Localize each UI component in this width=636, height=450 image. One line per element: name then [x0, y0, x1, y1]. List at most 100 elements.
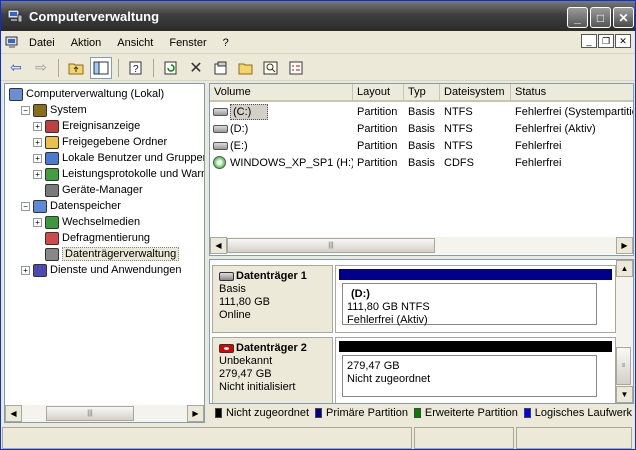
menu-aktion[interactable]: Aktion	[63, 37, 110, 49]
open-folder-icon[interactable]	[235, 57, 257, 79]
scroll-right-button[interactable]: ▶	[187, 405, 204, 422]
table-row[interactable]: (C:) Partition Basis NTFS Fehlerfrei (System…	[210, 104, 633, 120]
disk-partition-area[interactable]: 279,47 GB Nicht zugeordnet	[335, 337, 616, 403]
scroll-track[interactable]	[616, 277, 633, 347]
partition-box[interactable]: 279,47 GB Nicht zugeordnet	[342, 355, 597, 397]
col-header-layout[interactable]: Layout	[353, 84, 404, 102]
checklist-icon[interactable]	[285, 57, 307, 79]
maximize-button[interactable]: □	[590, 7, 611, 28]
cd-icon	[213, 156, 226, 169]
performance-icon	[45, 167, 59, 181]
list-horizontal-scrollbar[interactable]: ◀ ||| ▶	[210, 237, 633, 254]
col-header-typ[interactable]: Typ	[404, 84, 440, 102]
expand-icon[interactable]: +	[33, 137, 42, 147]
cell-typ: Basis	[408, 140, 435, 152]
table-row[interactable]: WINDOWS_XP_SP1 (H:) Partition Basis CDFS Feh…	[210, 155, 633, 171]
mdi-close-button[interactable]: ✕	[615, 34, 631, 48]
disk-graphical-view[interactable]: Datenträger 1 Basis 111,80 GB Online (D:) 111…	[209, 259, 634, 404]
legend: Nicht zugeordnet Primäre Partition Erweite…	[209, 404, 634, 422]
table-row[interactable]: (E:) Partition Basis NTFS Fehlerfrei	[210, 138, 633, 154]
status-bar	[1, 426, 635, 450]
scroll-thumb[interactable]: ≡	[616, 347, 631, 385]
tree-node[interactable]: + Ereignisanzeige	[33, 118, 140, 134]
legend-label: Primäre Partition	[326, 407, 408, 419]
scroll-up-button[interactable]: ▲	[616, 260, 633, 277]
status-panel-2	[414, 427, 514, 449]
scroll-thumb[interactable]: |||	[46, 406, 134, 421]
toolbar: ⇦ ⇨ ? ✕	[1, 55, 635, 81]
cell-layout: Partition	[357, 106, 398, 118]
tree-node[interactable]: + Wechselmedien	[33, 214, 140, 230]
tree-node[interactable]: Geräte-Manager	[33, 182, 143, 198]
mdi-system-icon[interactable]	[5, 36, 21, 50]
back-icon[interactable]: ⇦	[5, 57, 27, 79]
properties2-icon[interactable]	[210, 57, 232, 79]
svg-text:?: ?	[133, 64, 139, 75]
disk-partition-area[interactable]: (D:) 111,80 GB NTFS Fehlerfrei (Aktiv)	[335, 265, 616, 333]
mdi-minimize-button[interactable]: _	[581, 34, 597, 48]
tree-node[interactable]: Defragmentierung	[33, 230, 150, 246]
services-icon	[33, 263, 47, 277]
volume-list[interactable]: Volume Layout Typ Dateisystem Status (C:…	[209, 83, 634, 256]
partition-label: (D:)	[351, 288, 370, 300]
tree-node[interactable]: Computerverwaltung (Lokal)	[9, 86, 164, 102]
scroll-down-button[interactable]: ▼	[616, 386, 633, 403]
cell-layout: Partition	[357, 140, 398, 152]
console-tree[interactable]: Computerverwaltung (Lokal) − System + Ereign…	[4, 83, 205, 423]
cell-status: Fehlerfrei	[515, 157, 562, 169]
toolbar-separator	[118, 58, 119, 77]
disk-info[interactable]: Datenträger 2 Unbekannt 279,47 GB Nicht ini…	[212, 337, 333, 403]
expand-icon[interactable]: +	[33, 169, 42, 179]
tree-horizontal-scrollbar[interactable]: ◀ ||| ▶	[5, 405, 204, 422]
partition-box[interactable]: (D:) 111,80 GB NTFS Fehlerfrei (Aktiv)	[342, 283, 597, 326]
disk-title: Datenträger 2	[219, 342, 326, 355]
expand-icon[interactable]: +	[21, 265, 30, 275]
app-window: Computerverwaltung _ □ ✕ Datei Aktion An…	[0, 0, 636, 450]
scroll-left-button[interactable]: ◀	[5, 405, 22, 422]
tree-node-label: Ereignisanzeige	[62, 120, 141, 132]
menu-help[interactable]: ?	[215, 37, 237, 49]
cell-fs: NTFS	[444, 106, 473, 118]
delete-icon[interactable]: ✕	[185, 57, 207, 79]
scroll-left-button[interactable]: ◀	[210, 237, 227, 254]
tree-node[interactable]: + Lokale Benutzer und Gruppen	[33, 150, 204, 166]
tree-node[interactable]: − System	[21, 102, 87, 118]
expand-icon[interactable]: +	[33, 153, 42, 163]
collapse-icon[interactable]: −	[21, 105, 30, 115]
col-header-volume[interactable]: Volume	[210, 84, 353, 102]
tree-node[interactable]: − Datenspeicher	[21, 198, 121, 214]
tree-node-label: Datenträgerverwaltung	[62, 247, 180, 261]
properties-icon[interactable]: ?	[125, 57, 147, 79]
tree-node[interactable]: Datenträgerverwaltung	[33, 246, 180, 262]
show-tree-icon[interactable]	[90, 56, 112, 79]
scroll-right-button[interactable]: ▶	[616, 237, 633, 254]
menu-fenster[interactable]: Fenster	[161, 37, 214, 49]
scroll-thumb[interactable]: |||	[227, 238, 435, 253]
menu-datei[interactable]: Datei	[21, 37, 63, 49]
minimize-button[interactable]: _	[567, 7, 588, 28]
removable-media-icon	[45, 215, 59, 229]
title-bar[interactable]: Computerverwaltung _ □ ✕	[1, 1, 635, 31]
search-icon[interactable]	[260, 57, 282, 79]
table-row[interactable]: (D:) Partition Basis NTFS Fehlerfrei (Aktiv)	[210, 121, 633, 137]
tree-node[interactable]: + Freigegebene Ordner	[33, 134, 167, 150]
expand-icon[interactable]: +	[33, 217, 42, 227]
close-button[interactable]: ✕	[613, 7, 634, 28]
disk-info[interactable]: Datenträger 1 Basis 111,80 GB Online	[212, 265, 333, 333]
cell-status: Fehlerfrei	[515, 140, 562, 152]
forward-icon[interactable]: ⇨	[30, 57, 52, 79]
legend-swatch	[523, 408, 531, 418]
collapse-icon[interactable]: −	[21, 201, 30, 211]
legend-label: Logisches Laufwerk	[534, 407, 633, 419]
disk-vertical-scrollbar[interactable]: ▲ ≡ ▼	[616, 260, 633, 403]
tree-node[interactable]: + Dienste und Anwendungen	[21, 262, 182, 278]
expand-icon[interactable]: +	[33, 121, 42, 131]
menu-ansicht[interactable]: Ansicht	[109, 37, 161, 49]
refresh-icon[interactable]	[160, 57, 182, 79]
cell-status: Fehlerfrei (Systempartition)	[515, 106, 633, 118]
col-header-dateisystem[interactable]: Dateisystem	[440, 84, 511, 102]
mdi-restore-button[interactable]: ❐	[598, 34, 614, 48]
tree-node[interactable]: + Leistungsprotokolle und Warnungen	[33, 166, 204, 182]
col-header-status[interactable]: Status	[511, 84, 633, 102]
up-folder-icon[interactable]	[65, 57, 87, 79]
